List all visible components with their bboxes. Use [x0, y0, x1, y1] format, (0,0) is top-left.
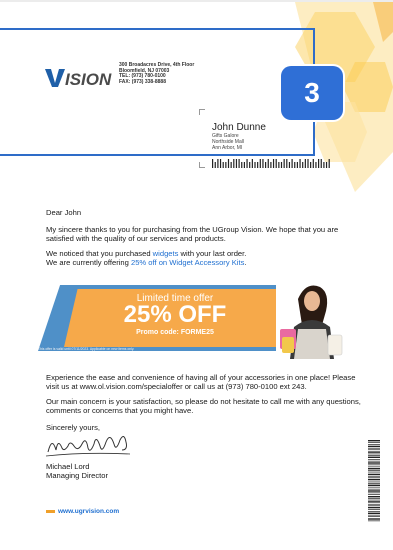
paragraph-purchase: We noticed that you purchased widgets wi… [46, 249, 356, 258]
offer-link[interactable]: 25% off on Widget Accessory Kits [131, 258, 244, 267]
paragraph-offer-text: We are currently offering [46, 258, 131, 267]
recipient-address: John Dunne Gifts Galore Northside Mall A… [212, 122, 266, 151]
paragraph-concern: Our main concern is your satisfaction, s… [46, 397, 361, 415]
paragraph-offer: We are currently offering 25% off on Wid… [46, 258, 356, 267]
address-window-highlight [0, 28, 315, 156]
letter-page: ISION 300 Broadacres Drive, 4th Floor Bl… [0, 2, 393, 550]
promo-discount: 25% OFF [123, 301, 227, 328]
signer-block: Michael Lord Managing Director [46, 462, 108, 480]
footer-accent-dash [46, 510, 55, 513]
promo-code: Promo code: FORME25 [136, 329, 214, 336]
postal-barcode [212, 159, 330, 168]
paragraph-visit: Experience the ease and convenience of h… [46, 373, 356, 391]
footer-website-link[interactable]: www.ugrvision.com [58, 508, 119, 515]
vision-logo: ISION [45, 69, 112, 89]
paragraph-offer-end: . [244, 258, 247, 267]
recipient-city: Ann Arbor, MI [212, 145, 243, 151]
signer-name: Michael Lord [46, 462, 90, 471]
recipient-name: John Dunne [212, 122, 266, 133]
letter-body-continued: Experience the ease and convenience of h… [46, 373, 366, 421]
sender-fax: FAX: (973) 338-8888 [119, 78, 166, 85]
letter-body: Dear John My sincere thanks to you for p… [46, 208, 356, 267]
promo-banner: Limited time offer 25% OFF Promo code: F… [36, 277, 346, 359]
signer-title: Managing Director [46, 471, 109, 480]
side-barcode [368, 440, 380, 522]
svg-text:ISION: ISION [65, 70, 112, 89]
widgets-link[interactable]: widgets [153, 249, 179, 258]
greeting: Dear John [46, 208, 82, 217]
paragraph-thanks: My sincere thanks to you for purchasing … [46, 225, 339, 243]
paragraph-purchase-end: with your last order. [178, 249, 247, 258]
window-corner-mark-top [199, 109, 205, 115]
paragraph-purchase-text: We noticed that you purchased [46, 249, 153, 258]
handwritten-signature [45, 436, 131, 457]
step-number-badge: 3 [281, 66, 343, 120]
shopper-photo [276, 277, 346, 359]
promo-fine-print: This offer is valid until 07/11/2023. Ap… [38, 347, 135, 351]
sender-address: 300 Broadacres Drive, 4th Floor Bloomfie… [119, 62, 194, 85]
window-corner-mark-bottom [199, 162, 205, 168]
